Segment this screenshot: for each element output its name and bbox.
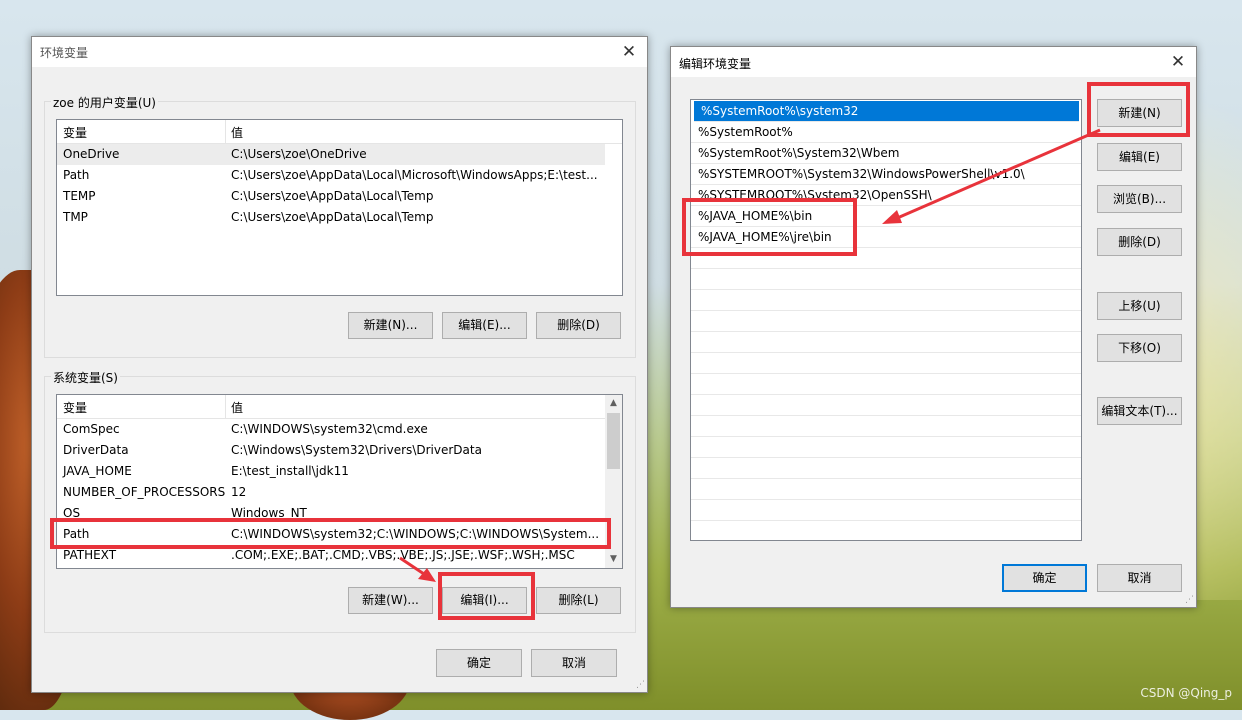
annotation-arrows [399,128,1101,582]
annotation-arrow-to-entries [894,128,1101,221]
annotation-arrowhead [882,210,902,224]
